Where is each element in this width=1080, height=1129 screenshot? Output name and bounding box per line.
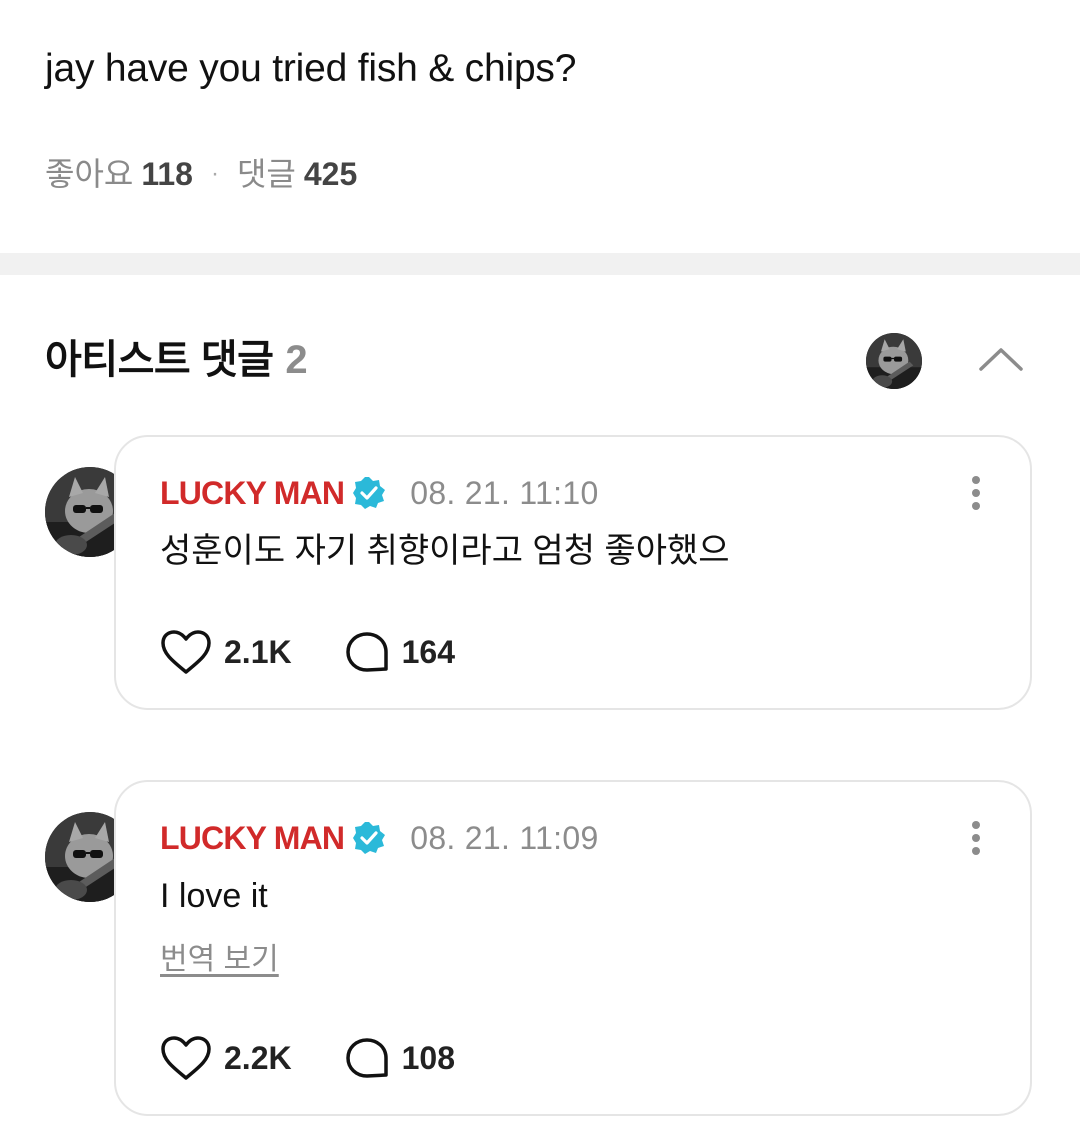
more-vertical-icon xyxy=(972,821,980,855)
like-button[interactable]: 2.1K xyxy=(160,629,292,675)
artist-avatar[interactable] xyxy=(866,333,922,389)
like-count: 2.2K xyxy=(224,1039,292,1076)
artist-comments-title: 아티스트 댓글 xyxy=(45,338,274,382)
comments-count[interactable]: 425 xyxy=(304,152,357,196)
comment-card: LUCKY MAN 08. 21. 11:10 성훈이도 자기 취향이라고 엄청… xyxy=(114,435,1032,710)
collapse-button[interactable] xyxy=(972,336,1030,382)
chevron-up-icon xyxy=(979,348,1023,371)
artist-comments-header: 아티스트 댓글 2 xyxy=(45,333,308,387)
verified-badge-icon xyxy=(353,822,386,854)
more-options-button[interactable] xyxy=(960,816,992,860)
comment-author[interactable]: LUCKY MAN xyxy=(160,820,345,857)
artist-comments-count: 2 xyxy=(285,338,308,382)
verified-badge-icon xyxy=(353,477,386,509)
reply-button[interactable]: 164 xyxy=(344,630,455,674)
stats-separator: · xyxy=(210,160,219,187)
cat-guitar-avatar-image xyxy=(866,333,922,389)
comment-actions: 2.2K 108 xyxy=(160,1035,455,1081)
reply-count: 108 xyxy=(401,1039,455,1076)
comment-text: I love it xyxy=(160,877,268,915)
reply-count: 164 xyxy=(401,633,455,670)
comment-meta: LUCKY MAN 08. 21. 11:10 xyxy=(160,473,599,513)
comments-label: 댓글 xyxy=(236,156,296,192)
comment-author[interactable]: LUCKY MAN xyxy=(160,475,345,512)
translate-link[interactable]: 번역 보기 xyxy=(160,940,279,980)
comment-timestamp: 08. 21. 11:09 xyxy=(410,819,599,856)
comment-card: LUCKY MAN 08. 21. 11:09 I love it 번역 보기 … xyxy=(114,780,1032,1116)
like-button[interactable]: 2.2K xyxy=(160,1035,292,1081)
comment-text: 성훈이도 자기 취향이라고 엄청 좋아했으 xyxy=(160,532,730,570)
more-vertical-icon xyxy=(972,476,980,510)
more-options-button[interactable] xyxy=(960,471,992,515)
speech-bubble-icon xyxy=(345,632,388,672)
post-body: jay have you tried fish & chips? xyxy=(45,47,577,90)
section-divider xyxy=(0,253,1080,275)
speech-bubble-icon xyxy=(345,1038,388,1078)
heart-icon xyxy=(161,630,211,674)
like-count: 2.1K xyxy=(224,633,292,670)
post-detail-page: jay have you tried fish & chips? 좋아요 118… xyxy=(0,0,1080,1129)
comment-timestamp: 08. 21. 11:10 xyxy=(410,474,599,511)
post-stats: 좋아요 118 · 댓글 425 xyxy=(45,152,357,196)
likes-label: 좋아요 xyxy=(45,156,134,192)
comment-meta: LUCKY MAN 08. 21. 11:09 xyxy=(160,818,599,858)
reply-button[interactable]: 108 xyxy=(344,1036,455,1080)
comment-actions: 2.1K 164 xyxy=(160,629,455,675)
heart-icon xyxy=(161,1036,211,1080)
likes-count[interactable]: 118 xyxy=(141,152,193,196)
